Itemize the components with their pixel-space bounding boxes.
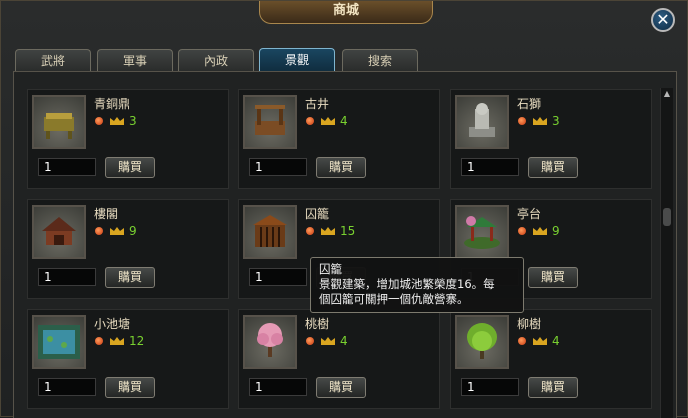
buy-button[interactable]: 購買 (528, 157, 578, 178)
tooltip-title: 囚籠 (319, 262, 342, 276)
tooltip-line1: 景觀建築，增加城池繁榮度16。每 (319, 277, 495, 291)
item-card-ancient-well[interactable]: 古井 4 1 購買 (238, 89, 440, 189)
fire-dot-icon (518, 337, 526, 345)
item-name: 石獅 (517, 97, 542, 111)
item-name: 古井 (305, 97, 330, 111)
quantity-input[interactable]: 1 (249, 158, 307, 176)
crown-icon (533, 337, 547, 345)
crown-icon (321, 117, 335, 125)
quantity-input[interactable]: 1 (38, 158, 96, 176)
buy-button[interactable]: 購買 (316, 157, 366, 178)
fire-dot-icon (518, 117, 526, 125)
crown-icon (321, 227, 335, 235)
item-level: 4 (340, 114, 348, 128)
quantity-input[interactable]: 1 (249, 268, 307, 286)
item-level: 12 (129, 334, 145, 348)
crown-icon (533, 227, 547, 235)
item-name: 桃樹 (305, 317, 330, 331)
buy-button[interactable]: 購買 (105, 267, 155, 288)
fire-dot-icon (95, 227, 103, 235)
crown-icon (110, 337, 124, 345)
crown-icon (533, 117, 547, 125)
item-name: 囚籠 (305, 207, 330, 221)
item-card-willow-tree[interactable]: 柳樹 4 1 購買 (450, 309, 652, 409)
ancient-well-icon (243, 95, 297, 149)
quantity-input[interactable]: 1 (249, 378, 307, 396)
shop-window: 商城 ✕ 武將 軍事 內政 景觀 搜索 青銅鼎 3 1 購買 古井 4 1 購買… (0, 0, 688, 418)
gazebo-icon (455, 205, 509, 259)
fire-dot-icon (518, 227, 526, 235)
fire-dot-icon (306, 117, 314, 125)
item-tooltip: 囚籠 景觀建築，增加城池繁榮度16。每 個囚籠可關押一個仇敵營寨。 (310, 257, 524, 313)
window-title: 商城 (259, 1, 433, 24)
item-name: 青銅鼎 (94, 97, 131, 111)
item-name: 樓閣 (94, 207, 119, 221)
buy-button[interactable]: 購買 (105, 377, 155, 398)
item-card-pavilion[interactable]: 樓閣 9 1 購買 (27, 199, 229, 299)
close-button[interactable]: ✕ (651, 8, 675, 32)
scroll-up-arrow-icon[interactable]: ▲ (661, 88, 673, 100)
item-level: 4 (552, 334, 560, 348)
tooltip-line2: 個囚籠可關押一個仇敵營寨。 (319, 292, 469, 306)
item-card-small-pond[interactable]: 小池塘 12 1 購買 (27, 309, 229, 409)
item-level: 9 (552, 224, 560, 238)
bronze-cauldron-icon (32, 95, 86, 149)
prison-cage-icon (243, 205, 297, 259)
fire-dot-icon (306, 337, 314, 345)
scrollbar[interactable]: ▲ (660, 88, 673, 418)
willow-tree-icon (455, 315, 509, 369)
tab-domestic[interactable]: 內政 (178, 49, 254, 71)
item-card-bronze-cauldron[interactable]: 青銅鼎 3 1 購買 (27, 89, 229, 189)
pond-icon (32, 315, 86, 369)
crown-icon (321, 337, 335, 345)
tab-military[interactable]: 軍事 (97, 49, 173, 71)
item-name: 亭台 (517, 207, 542, 221)
quantity-input[interactable]: 1 (38, 378, 96, 396)
tab-search[interactable]: 搜索 (342, 49, 418, 71)
crown-icon (110, 227, 124, 235)
crown-icon (110, 117, 124, 125)
stone-lion-icon (455, 95, 509, 149)
buy-button[interactable]: 購買 (528, 267, 578, 288)
fire-dot-icon (95, 117, 103, 125)
quantity-input[interactable]: 1 (461, 378, 519, 396)
item-level: 15 (340, 224, 356, 238)
quantity-input[interactable]: 1 (461, 158, 519, 176)
item-card-peach-tree[interactable]: 桃樹 4 1 購買 (238, 309, 440, 409)
item-level: 3 (129, 114, 137, 128)
item-card-stone-lion[interactable]: 石獅 3 1 購買 (450, 89, 652, 189)
item-level: 4 (340, 334, 348, 348)
close-icon: ✕ (656, 10, 670, 29)
item-grid: 青銅鼎 3 1 購買 古井 4 1 購買 石獅 3 1 購買 樓閣 9 1 購買… (13, 71, 677, 418)
pavilion-building-icon (32, 205, 86, 259)
fire-dot-icon (306, 227, 314, 235)
quantity-input[interactable]: 1 (38, 268, 96, 286)
peach-tree-icon (243, 315, 297, 369)
buy-button[interactable]: 購買 (105, 157, 155, 178)
tab-landscape[interactable]: 景觀 (259, 48, 335, 72)
buy-button[interactable]: 購買 (528, 377, 578, 398)
tab-generals[interactable]: 武將 (15, 49, 91, 71)
buy-button[interactable]: 購買 (316, 377, 366, 398)
item-name: 小池塘 (94, 317, 131, 331)
fire-dot-icon (95, 337, 103, 345)
scroll-thumb[interactable] (663, 208, 671, 226)
item-name: 柳樹 (517, 317, 542, 331)
item-level: 9 (129, 224, 137, 238)
item-level: 3 (552, 114, 560, 128)
